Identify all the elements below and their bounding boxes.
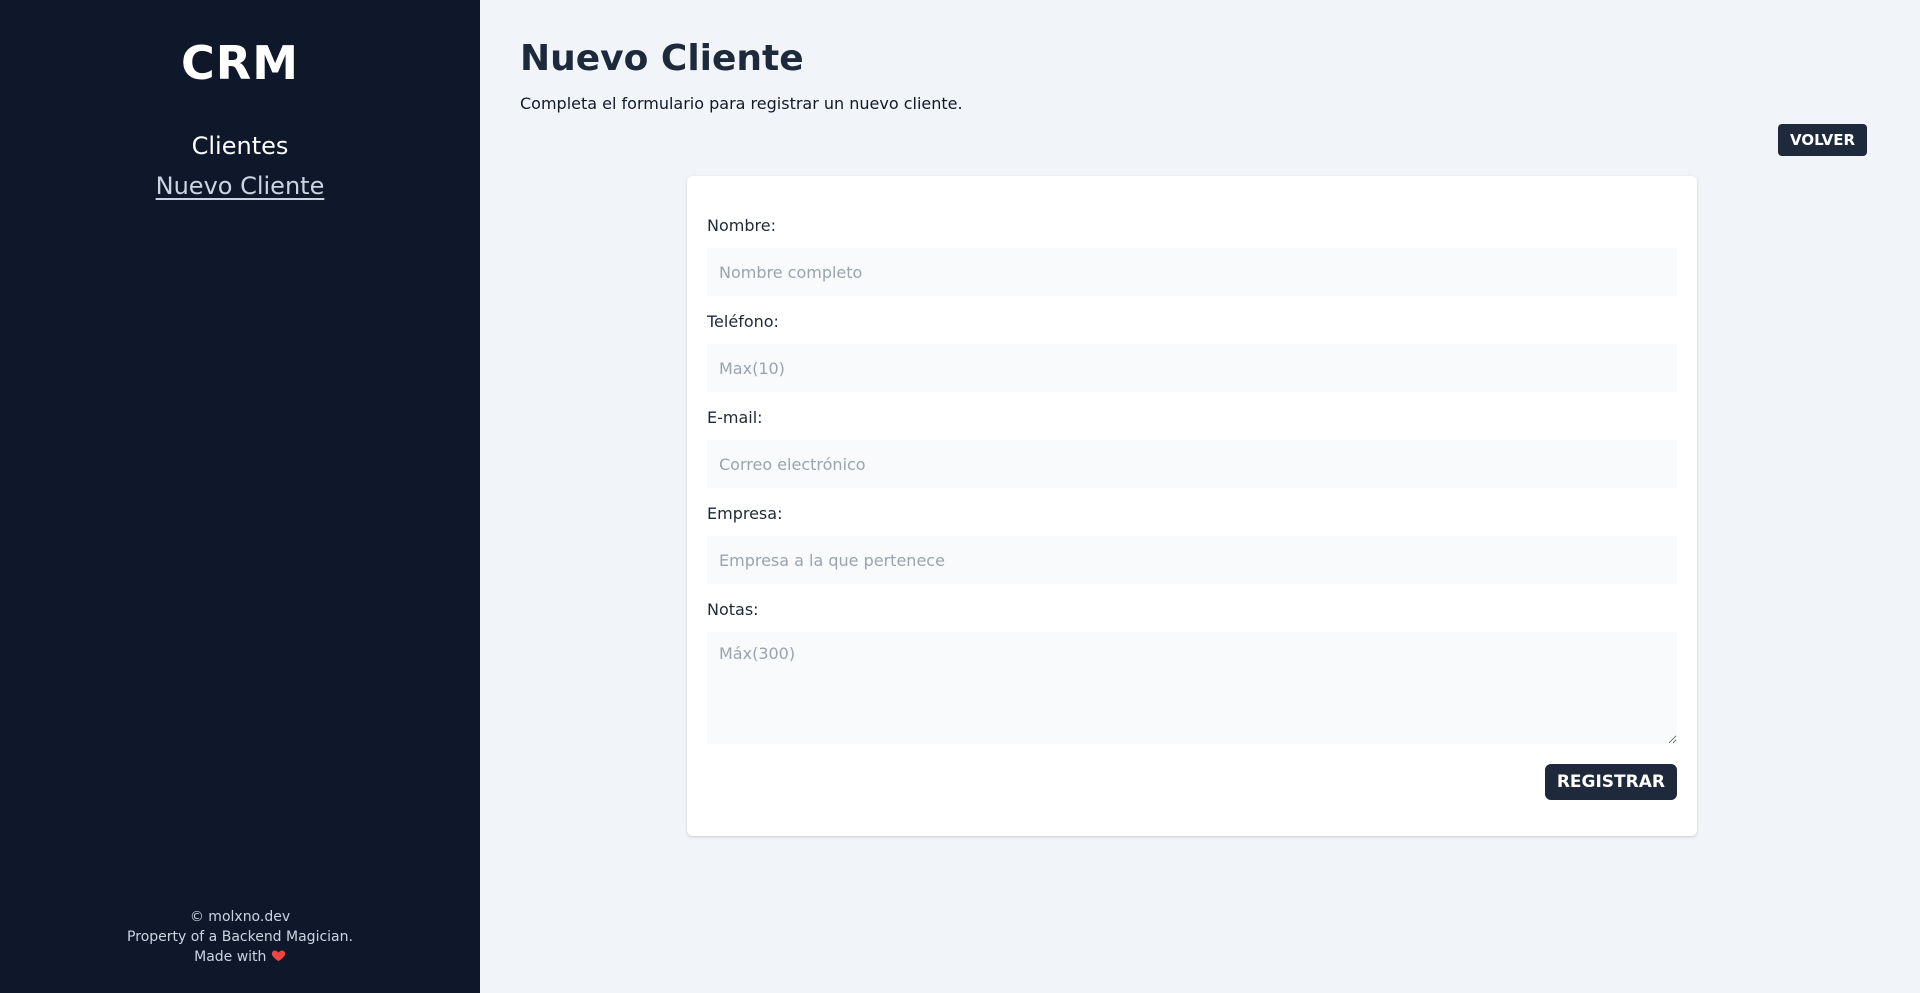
back-button[interactable]: VOLVER xyxy=(1778,124,1867,156)
telefono-input[interactable] xyxy=(707,344,1677,392)
form-actions: REGISTRAR xyxy=(707,764,1677,800)
heart-icon xyxy=(271,950,286,962)
sidebar-nav: Clientes Nuevo Cliente xyxy=(0,126,480,206)
register-button[interactable]: REGISTRAR xyxy=(1544,764,1677,800)
notas-label: Notas: xyxy=(707,600,759,619)
field-telefono: Teléfono: xyxy=(707,312,1677,392)
empresa-input[interactable] xyxy=(707,536,1677,584)
main-content: Nuevo Cliente Completa el formulario par… xyxy=(480,0,1920,993)
footer-copyright: © molxno.dev xyxy=(189,909,291,925)
field-email: E-mail: xyxy=(707,408,1677,488)
footer-made-with: Made with xyxy=(0,947,480,967)
sidebar: CRM Clientes Nuevo Cliente © molxno.dev … xyxy=(0,0,480,993)
nombre-input[interactable] xyxy=(707,248,1677,296)
page-title: Nuevo Cliente xyxy=(520,38,804,79)
footer-made-with-text: Made with xyxy=(194,949,267,965)
new-client-form: Nombre: Teléfono: E-mail: Empresa: Notas… xyxy=(687,176,1697,836)
footer-property: Property of a Backend Magician. xyxy=(127,929,353,945)
sidebar-footer: © molxno.dev Property of a Backend Magic… xyxy=(0,907,480,967)
brand-title: CRM xyxy=(181,36,299,90)
field-notas: Notas: xyxy=(707,600,1677,748)
email-label: E-mail: xyxy=(707,408,763,427)
nav-item-clientes[interactable]: Clientes xyxy=(0,126,480,166)
email-input[interactable] xyxy=(707,440,1677,488)
notas-textarea[interactable] xyxy=(707,632,1677,744)
field-empresa: Empresa: xyxy=(707,504,1677,584)
empresa-label: Empresa: xyxy=(707,504,783,523)
nombre-label: Nombre: xyxy=(707,216,776,235)
field-nombre: Nombre: xyxy=(707,216,1677,296)
app: CRM Clientes Nuevo Cliente © molxno.dev … xyxy=(0,0,1920,993)
telefono-label: Teléfono: xyxy=(707,312,779,331)
nav-item-nuevo-cliente[interactable]: Nuevo Cliente xyxy=(0,166,480,206)
page-subtitle: Completa el formulario para registrar un… xyxy=(520,94,963,113)
scrollbar[interactable] xyxy=(1898,0,1920,993)
